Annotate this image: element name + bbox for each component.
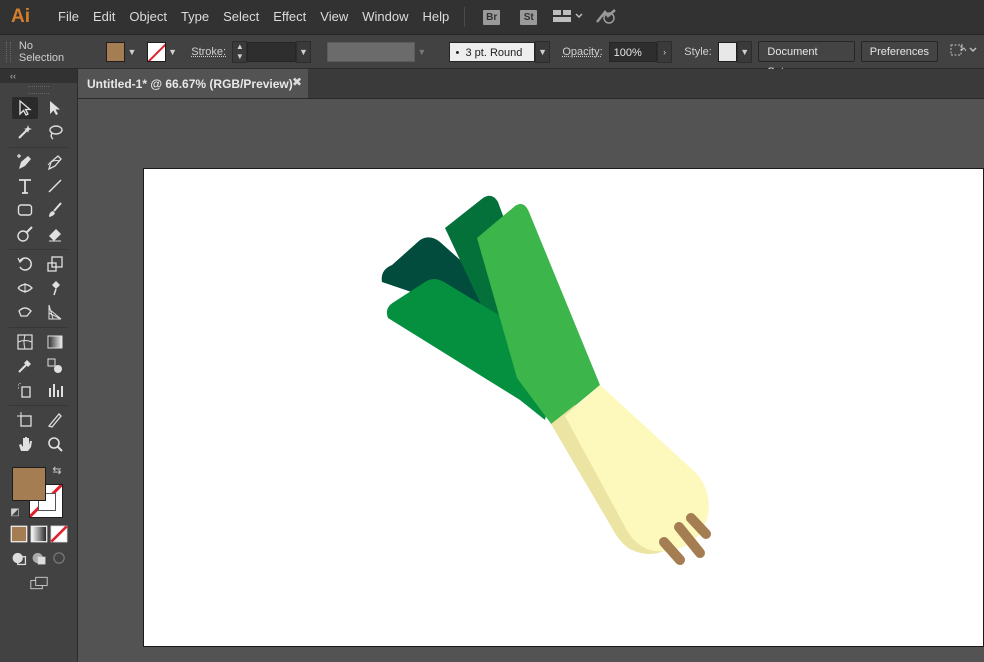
line-segment-tool-icon[interactable] bbox=[42, 175, 68, 197]
tools-collapse-button[interactable]: ‹‹ bbox=[0, 69, 77, 83]
opacity-arrow[interactable]: › bbox=[656, 40, 673, 63]
color-mode-icon[interactable] bbox=[10, 525, 28, 543]
brush-label: 3 pt. Round bbox=[465, 46, 523, 59]
hand-tool-icon[interactable] bbox=[12, 433, 38, 455]
slice-tool-icon[interactable] bbox=[42, 409, 68, 431]
column-graph-tool-icon[interactable] bbox=[42, 379, 68, 401]
puppet-warp-tool-icon[interactable] bbox=[42, 277, 68, 299]
menu-type[interactable]: Type bbox=[174, 0, 216, 34]
draw-inside-icon[interactable] bbox=[50, 549, 68, 567]
bridge-button[interactable]: Br bbox=[483, 9, 501, 25]
eraser-tool-icon[interactable] bbox=[42, 223, 68, 245]
menu-edit[interactable]: Edit bbox=[86, 0, 122, 34]
menu-window[interactable]: Window bbox=[355, 0, 415, 34]
symbol-sprayer-tool-icon[interactable] bbox=[12, 379, 38, 401]
menu-file[interactable]: File bbox=[51, 0, 86, 34]
blend-tool-icon[interactable] bbox=[42, 355, 68, 377]
type-tool-icon[interactable] bbox=[12, 175, 38, 197]
draw-normal-icon[interactable] bbox=[10, 549, 28, 567]
control-bar: No Selection ▼ ▼ Stroke: ▲ ▼ ▼ ▼ • 3 pt. … bbox=[0, 35, 984, 78]
default-colors-icon[interactable]: ◩ bbox=[8, 505, 22, 519]
stroke-swatch[interactable] bbox=[146, 41, 166, 62]
stroke-weight-field[interactable] bbox=[247, 41, 296, 62]
variable-width-profile bbox=[327, 41, 416, 62]
pen-tool-icon[interactable] bbox=[12, 151, 38, 173]
zoom-tool-icon[interactable] bbox=[42, 433, 68, 455]
document-tab-title: Untitled-1* @ 66.67% (RGB/Preview) bbox=[87, 76, 293, 91]
selection-status: No Selection bbox=[18, 39, 65, 64]
curvature-tool-icon[interactable] bbox=[42, 151, 68, 173]
gpu-performance-icon[interactable] bbox=[595, 8, 617, 27]
tools-panel: ‹‹ ⇆ ◩ bbox=[0, 69, 78, 662]
none-mode-icon[interactable] bbox=[50, 525, 68, 543]
width-tool-icon[interactable] bbox=[12, 277, 38, 299]
artboard[interactable] bbox=[143, 168, 984, 647]
tools-separator bbox=[9, 249, 67, 250]
menu-separator bbox=[464, 7, 466, 27]
menu-help[interactable]: Help bbox=[415, 0, 456, 34]
opacity-label[interactable]: Opacity: bbox=[562, 46, 602, 58]
opacity-field[interactable]: 100% bbox=[608, 41, 657, 62]
fill-color-box[interactable] bbox=[12, 467, 46, 501]
close-tab-icon[interactable]: ✖ bbox=[292, 75, 302, 89]
tools-separator bbox=[9, 327, 67, 328]
rotate-tool-icon[interactable] bbox=[12, 253, 38, 275]
document-tab-bar: Untitled-1* @ 66.67% (RGB/Preview) ✖ bbox=[78, 69, 984, 99]
stroke-weight-dropdown[interactable]: ▼ bbox=[295, 40, 312, 63]
brush-dropdown[interactable]: ▼ bbox=[534, 40, 551, 63]
draw-behind-icon[interactable] bbox=[30, 549, 48, 567]
artboard-tool-icon[interactable] bbox=[12, 409, 38, 431]
mesh-tool-icon[interactable] bbox=[12, 331, 38, 353]
direct-selection-tool-icon[interactable] bbox=[42, 97, 68, 119]
menu-bar: Ai File Edit Object Type Select Effect V… bbox=[0, 0, 984, 35]
stroke-weight-stepper[interactable]: ▲ ▼ bbox=[232, 40, 248, 63]
tools-separator bbox=[9, 147, 67, 148]
tools-separator bbox=[9, 405, 67, 406]
gradient-mode-icon[interactable] bbox=[30, 525, 48, 543]
screen-mode-icon[interactable] bbox=[26, 574, 52, 592]
selection-tool-icon[interactable] bbox=[12, 97, 38, 119]
style-label[interactable]: Style: bbox=[684, 46, 712, 58]
free-transform-tool-icon[interactable] bbox=[12, 301, 38, 323]
brush-definition[interactable]: • 3 pt. Round bbox=[448, 41, 535, 62]
lasso-tool-icon[interactable] bbox=[42, 121, 68, 143]
workspace-layout-icon[interactable] bbox=[553, 9, 583, 26]
perspective-grid-tool-icon[interactable] bbox=[42, 301, 68, 323]
preferences-button[interactable]: Preferences bbox=[860, 41, 939, 62]
arrange-documents-icon[interactable] bbox=[948, 42, 978, 61]
menu-select[interactable]: Select bbox=[216, 0, 266, 34]
menu-effect[interactable]: Effect bbox=[266, 0, 313, 34]
menu-view[interactable]: View bbox=[313, 0, 355, 34]
swap-fill-stroke-icon[interactable]: ⇆ bbox=[50, 463, 64, 477]
magic-wand-tool-icon[interactable] bbox=[12, 121, 38, 143]
rectangle-tool-icon[interactable] bbox=[12, 199, 38, 221]
shaper-tool-icon[interactable] bbox=[12, 223, 38, 245]
stroke-dropdown[interactable]: ▼ bbox=[166, 42, 179, 62]
panel-grip[interactable] bbox=[6, 41, 11, 62]
graphic-style-swatch[interactable] bbox=[717, 41, 738, 62]
fill-swatch[interactable] bbox=[106, 41, 126, 62]
document-setup-button[interactable]: Document Setup bbox=[758, 41, 855, 78]
menu-object[interactable]: Object bbox=[122, 0, 174, 34]
style-dropdown[interactable]: ▼ bbox=[737, 40, 753, 63]
stock-button[interactable]: St bbox=[520, 9, 538, 25]
fill-dropdown[interactable]: ▼ bbox=[125, 42, 138, 62]
scale-tool-icon[interactable] bbox=[42, 253, 68, 275]
tools-grip[interactable] bbox=[28, 86, 49, 94]
document-tab[interactable]: Untitled-1* @ 66.67% (RGB/Preview) ✖ bbox=[78, 69, 308, 98]
illustrator-logo: Ai bbox=[11, 6, 30, 27]
gradient-tool-icon[interactable] bbox=[42, 331, 68, 353]
stroke-label[interactable]: Stroke: bbox=[191, 46, 226, 58]
eyedropper-tool-icon[interactable] bbox=[12, 355, 38, 377]
variable-width-dropdown: ▼ bbox=[417, 46, 427, 57]
paintbrush-tool-icon[interactable] bbox=[42, 199, 68, 221]
